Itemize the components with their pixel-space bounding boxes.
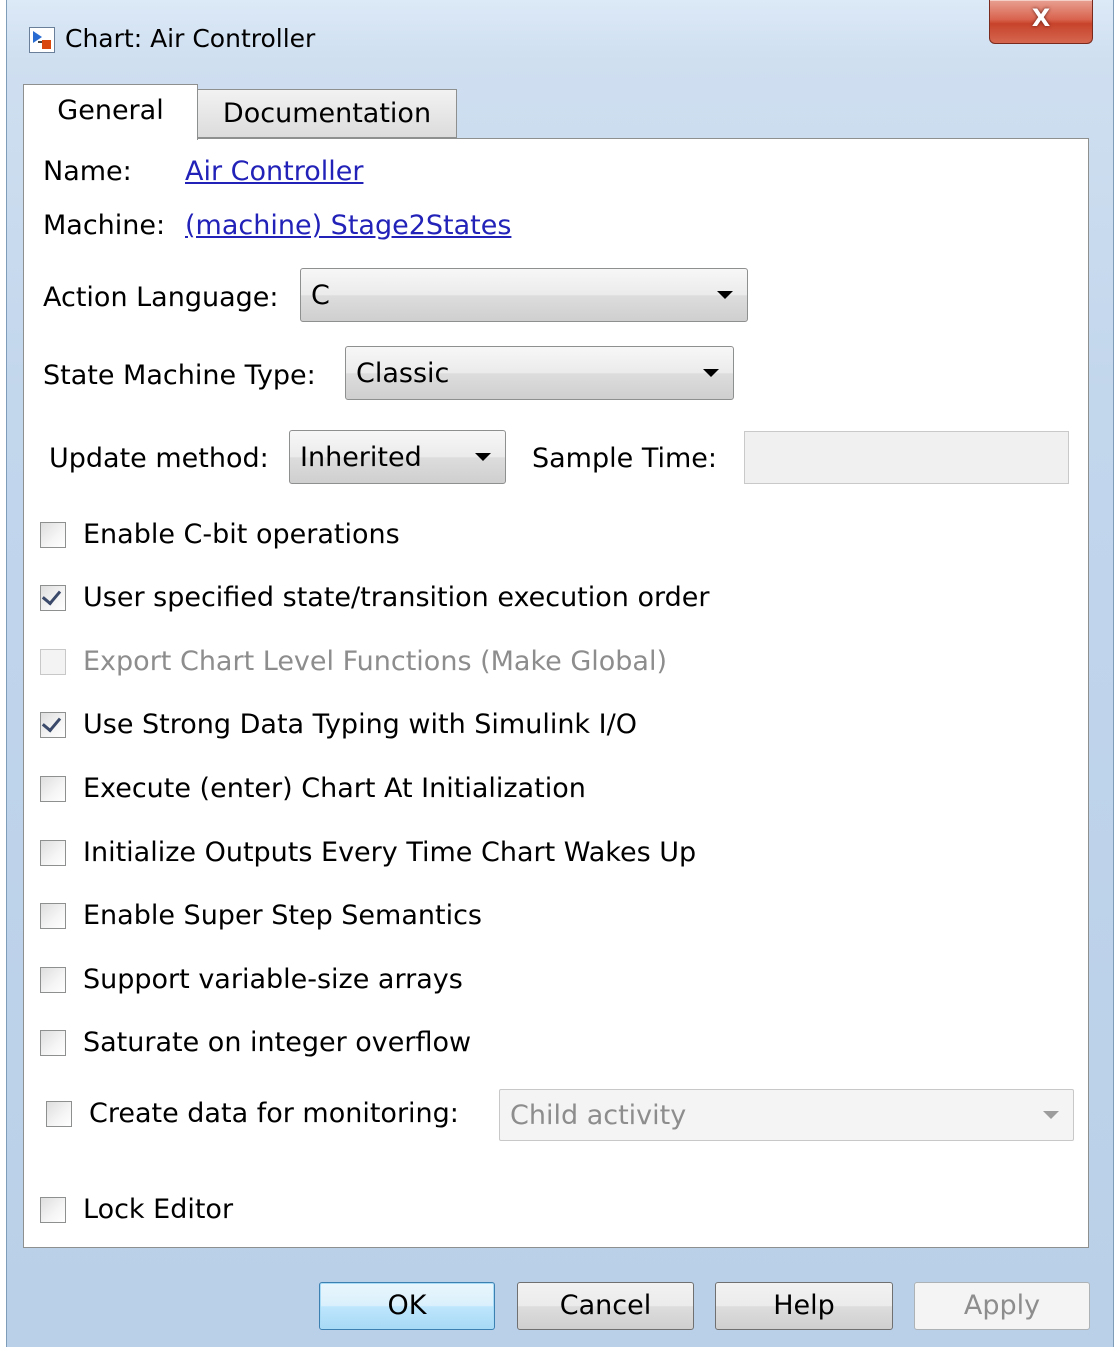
- super-step-checkbox[interactable]: [40, 903, 66, 929]
- apply-button: Apply: [914, 1282, 1090, 1330]
- window-title: Chart: Air Controller: [65, 24, 316, 53]
- stateflow-chart-icon: [29, 27, 55, 53]
- title-bar[interactable]: Chart: Air Controller: [7, 0, 1113, 78]
- strong-data-typing-label: Use Strong Data Typing with Simulink I/O: [83, 709, 637, 740]
- super-step-label: Enable Super Step Semantics: [83, 900, 483, 931]
- variable-size-arrays-label: Support variable-size arrays: [83, 964, 463, 995]
- ok-button[interactable]: OK: [319, 1282, 495, 1330]
- checkmark-icon: [41, 712, 62, 733]
- chevron-down-icon: [1043, 1111, 1059, 1119]
- tab-general[interactable]: General: [23, 84, 198, 140]
- chevron-down-icon: [717, 291, 733, 299]
- enable-c-bit-label: Enable C-bit operations: [83, 519, 400, 550]
- update-method-dropdown[interactable]: Inherited: [289, 430, 506, 484]
- action-language-value: C: [311, 279, 330, 311]
- saturate-overflow-checkbox[interactable]: [40, 1030, 66, 1056]
- cancel-button[interactable]: Cancel: [517, 1282, 694, 1330]
- strong-data-typing-checkbox[interactable]: [40, 712, 66, 738]
- export-chart-functions-label: Export Chart Level Functions (Make Globa…: [83, 646, 667, 677]
- help-button[interactable]: Help: [715, 1282, 893, 1330]
- sample-time-input[interactable]: [744, 431, 1069, 484]
- export-chart-functions-checkbox: [40, 649, 66, 675]
- execute-at-init-checkbox[interactable]: [40, 776, 66, 802]
- close-button[interactable]: X: [989, 0, 1093, 44]
- monitoring-dropdown: Child activity: [499, 1089, 1074, 1141]
- initialize-outputs-label: Initialize Outputs Every Time Chart Wake…: [83, 837, 697, 868]
- sample-time-label: Sample Time:: [532, 443, 717, 474]
- close-icon: X: [1031, 4, 1051, 32]
- saturate-overflow-label: Saturate on integer overflow: [83, 1027, 472, 1058]
- monitoring-checkbox[interactable]: [46, 1101, 72, 1127]
- checkmark-icon: [41, 585, 62, 606]
- state-machine-type-dropdown[interactable]: Classic: [345, 346, 734, 400]
- state-machine-type-label: State Machine Type:: [43, 360, 316, 391]
- chevron-down-icon: [703, 369, 719, 377]
- action-language-dropdown[interactable]: C: [300, 268, 748, 322]
- action-language-label: Action Language:: [43, 282, 279, 313]
- lock-editor-label: Lock Editor: [83, 1194, 234, 1225]
- name-link[interactable]: Air Controller: [185, 156, 363, 188]
- update-method-value: Inherited: [300, 441, 422, 473]
- enable-c-bit-checkbox[interactable]: [40, 522, 66, 548]
- execute-at-init-label: Execute (enter) Chart At Initialization: [83, 773, 586, 804]
- machine-link[interactable]: (machine) Stage2States: [185, 210, 511, 242]
- monitoring-value: Child activity: [510, 1099, 687, 1131]
- chevron-down-icon: [475, 453, 491, 461]
- initialize-outputs-checkbox[interactable]: [40, 840, 66, 866]
- machine-label: Machine:: [43, 210, 166, 241]
- name-label: Name:: [43, 156, 132, 187]
- variable-size-arrays-checkbox[interactable]: [40, 967, 66, 993]
- user-specified-order-label: User specified state/transition executio…: [83, 582, 710, 613]
- monitoring-label: Create data for monitoring:: [89, 1098, 459, 1129]
- lock-editor-checkbox[interactable]: [40, 1197, 66, 1223]
- user-specified-order-checkbox[interactable]: [40, 585, 66, 611]
- tab-documentation[interactable]: Documentation: [197, 89, 457, 138]
- update-method-label: Update method:: [49, 443, 269, 474]
- state-machine-type-value: Classic: [356, 357, 450, 389]
